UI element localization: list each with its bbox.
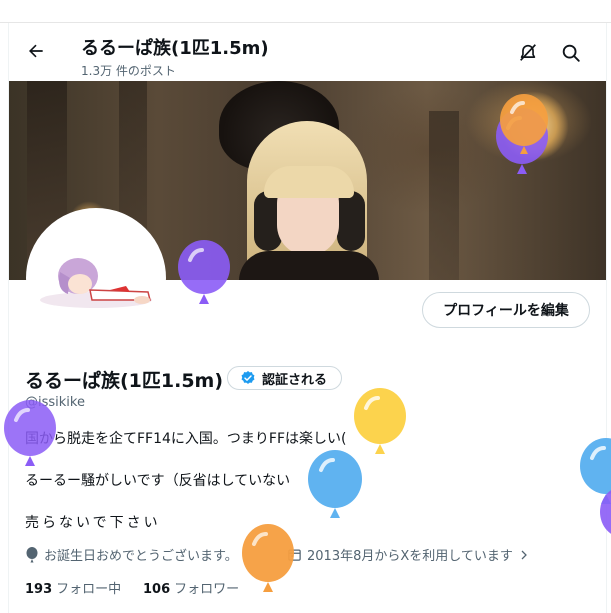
- banner-character-body: [239, 251, 379, 280]
- avatar[interactable]: [26, 208, 166, 348]
- bio-line: 売らないで下さい: [25, 515, 161, 531]
- joined-text: 2013年8月からXを利用しています: [307, 549, 513, 564]
- banner-character-ear: [337, 191, 365, 251]
- following-link[interactable]: 193 フォロー中: [25, 578, 121, 597]
- verified-badge-icon: [241, 371, 255, 384]
- search-icon[interactable]: [560, 42, 582, 64]
- bio-line: 国から脱走を企てFF14に入国。つまりFFは楽しい(: [25, 431, 347, 447]
- balloon-icon: [242, 524, 294, 592]
- followers-count: 106: [143, 582, 171, 597]
- balloon-icon: [354, 388, 406, 454]
- balloon-icon: [308, 450, 362, 518]
- bio-line: るーるー騒がしいです（反省はしていない: [25, 473, 291, 489]
- bell-slash-icon[interactable]: [517, 42, 539, 64]
- following-label: フォロー中: [56, 582, 122, 597]
- balloon-icon: [178, 240, 230, 304]
- profile-header: るるーぱ族(1匹1.5m) 1.3万 件のポスト: [9, 23, 606, 81]
- joined-info[interactable]: 2013年8月からXを利用しています: [287, 545, 530, 564]
- post-count: 1.3万 件のポスト: [81, 64, 176, 78]
- balloon-icon: [4, 400, 56, 466]
- banner-character-bangs: [264, 166, 354, 198]
- back-button[interactable]: [23, 38, 49, 64]
- followers-label: フォロワー: [174, 582, 240, 597]
- back-arrow-icon: [29, 44, 43, 58]
- balloon-icon: [600, 490, 611, 534]
- birthday-text: お誕生日おめでとうございます。: [44, 549, 238, 564]
- get-verified-label: 認証される: [262, 372, 328, 388]
- banner-pillar: [429, 111, 459, 280]
- following-count: 193: [25, 582, 53, 597]
- chevron-right-icon: [521, 550, 527, 559]
- followers-link[interactable]: 106 フォロワー: [143, 578, 239, 597]
- balloon-icon: [500, 94, 548, 154]
- header-title: るるーぱ族(1匹1.5m): [81, 38, 269, 59]
- avatar-image: [30, 212, 162, 344]
- balloon-icon: [26, 546, 38, 562]
- get-verified-button[interactable]: 認証される: [227, 366, 342, 390]
- birthday-info: お誕生日おめでとうございます。: [25, 545, 238, 564]
- edit-profile-button[interactable]: プロフィールを編集: [422, 292, 590, 328]
- profile-name: るるーぱ族(1匹1.5m): [25, 370, 224, 392]
